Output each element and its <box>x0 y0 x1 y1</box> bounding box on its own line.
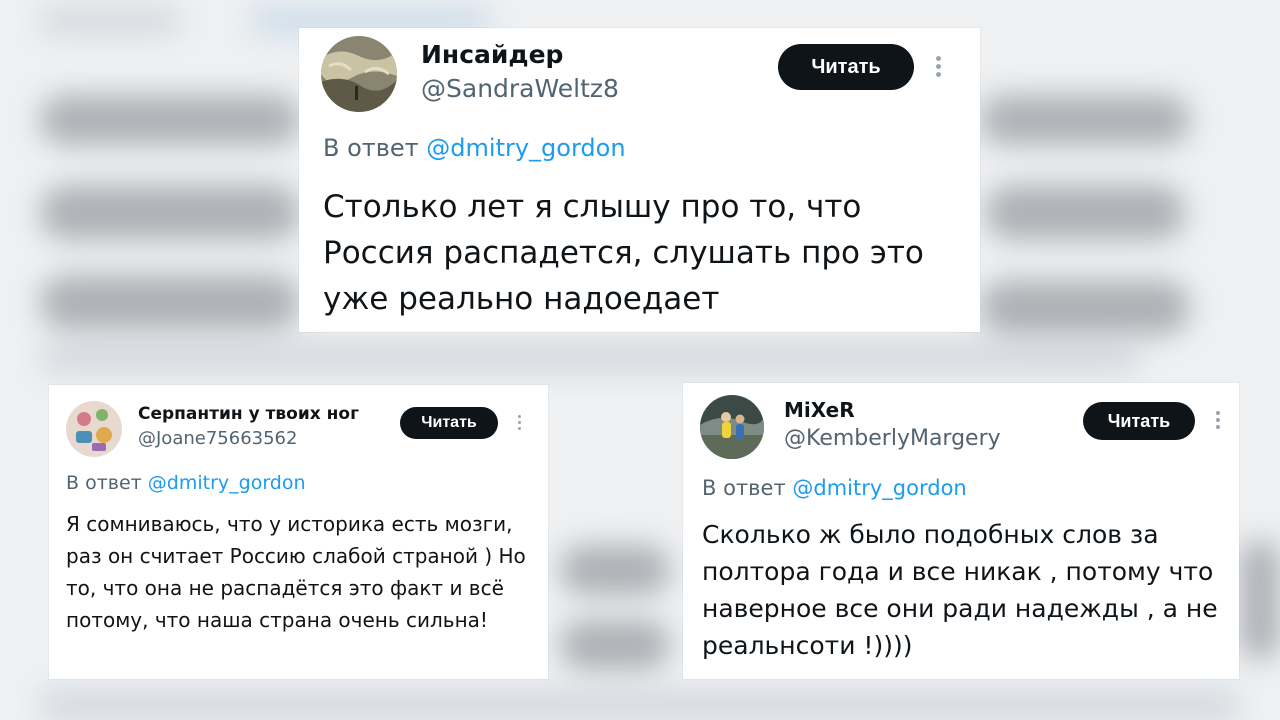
author-name[interactable]: MiXeR <box>784 398 855 422</box>
avatar[interactable] <box>321 36 397 112</box>
author-name[interactable]: Серпантин у твоих ног <box>138 404 359 424</box>
avatar-objects-icon <box>66 401 122 457</box>
tweet-text: Столько лет я слышу про то, что Россия р… <box>323 189 924 317</box>
avatar-people-icon <box>700 395 764 459</box>
reply-prefix: В ответ <box>66 472 142 494</box>
tweet-text: Я сомниваюсь, что у историка есть мозги,… <box>66 512 526 632</box>
avatar[interactable] <box>700 395 764 459</box>
reply-to-line: В ответ @dmitry_gordon <box>66 472 306 494</box>
follow-button[interactable]: Читать <box>778 44 914 90</box>
reply-to-link[interactable]: @dmitry_gordon <box>426 134 625 162</box>
avatar[interactable] <box>66 401 122 457</box>
reply-prefix: В ответ <box>702 476 786 500</box>
more-options-icon[interactable] <box>518 415 521 430</box>
follow-button[interactable]: Читать <box>1083 402 1195 440</box>
author-handle[interactable]: @KemberlyMargery <box>784 426 1001 451</box>
reply-to-line: В ответ @dmitry_gordon <box>323 134 626 162</box>
author-handle[interactable]: @SandraWeltz8 <box>421 74 619 103</box>
tweet-text: Сколько ж было подобных слов за полтора … <box>702 520 1218 660</box>
more-options-icon[interactable] <box>1216 411 1220 429</box>
tweet-card: Инсайдер @SandraWeltz8 Читать В ответ @d… <box>299 28 980 332</box>
reply-to-link[interactable]: @dmitry_gordon <box>792 476 966 500</box>
more-options-icon[interactable] <box>936 56 941 77</box>
tweet-card: MiXeR @KemberlyMargery Читать В ответ @d… <box>683 383 1239 679</box>
reply-to-line: В ответ @dmitry_gordon <box>702 476 967 500</box>
author-handle[interactable]: @Joane75663562 <box>138 428 297 449</box>
reply-to-link[interactable]: @dmitry_gordon <box>148 472 306 494</box>
avatar-landscape-icon <box>321 36 397 112</box>
author-name[interactable]: Инсайдер <box>421 40 563 69</box>
follow-button[interactable]: Читать <box>400 407 498 439</box>
reply-prefix: В ответ <box>323 134 419 162</box>
tweet-card: Серпантин у твоих ног @Joane75663562 Чит… <box>49 385 548 679</box>
